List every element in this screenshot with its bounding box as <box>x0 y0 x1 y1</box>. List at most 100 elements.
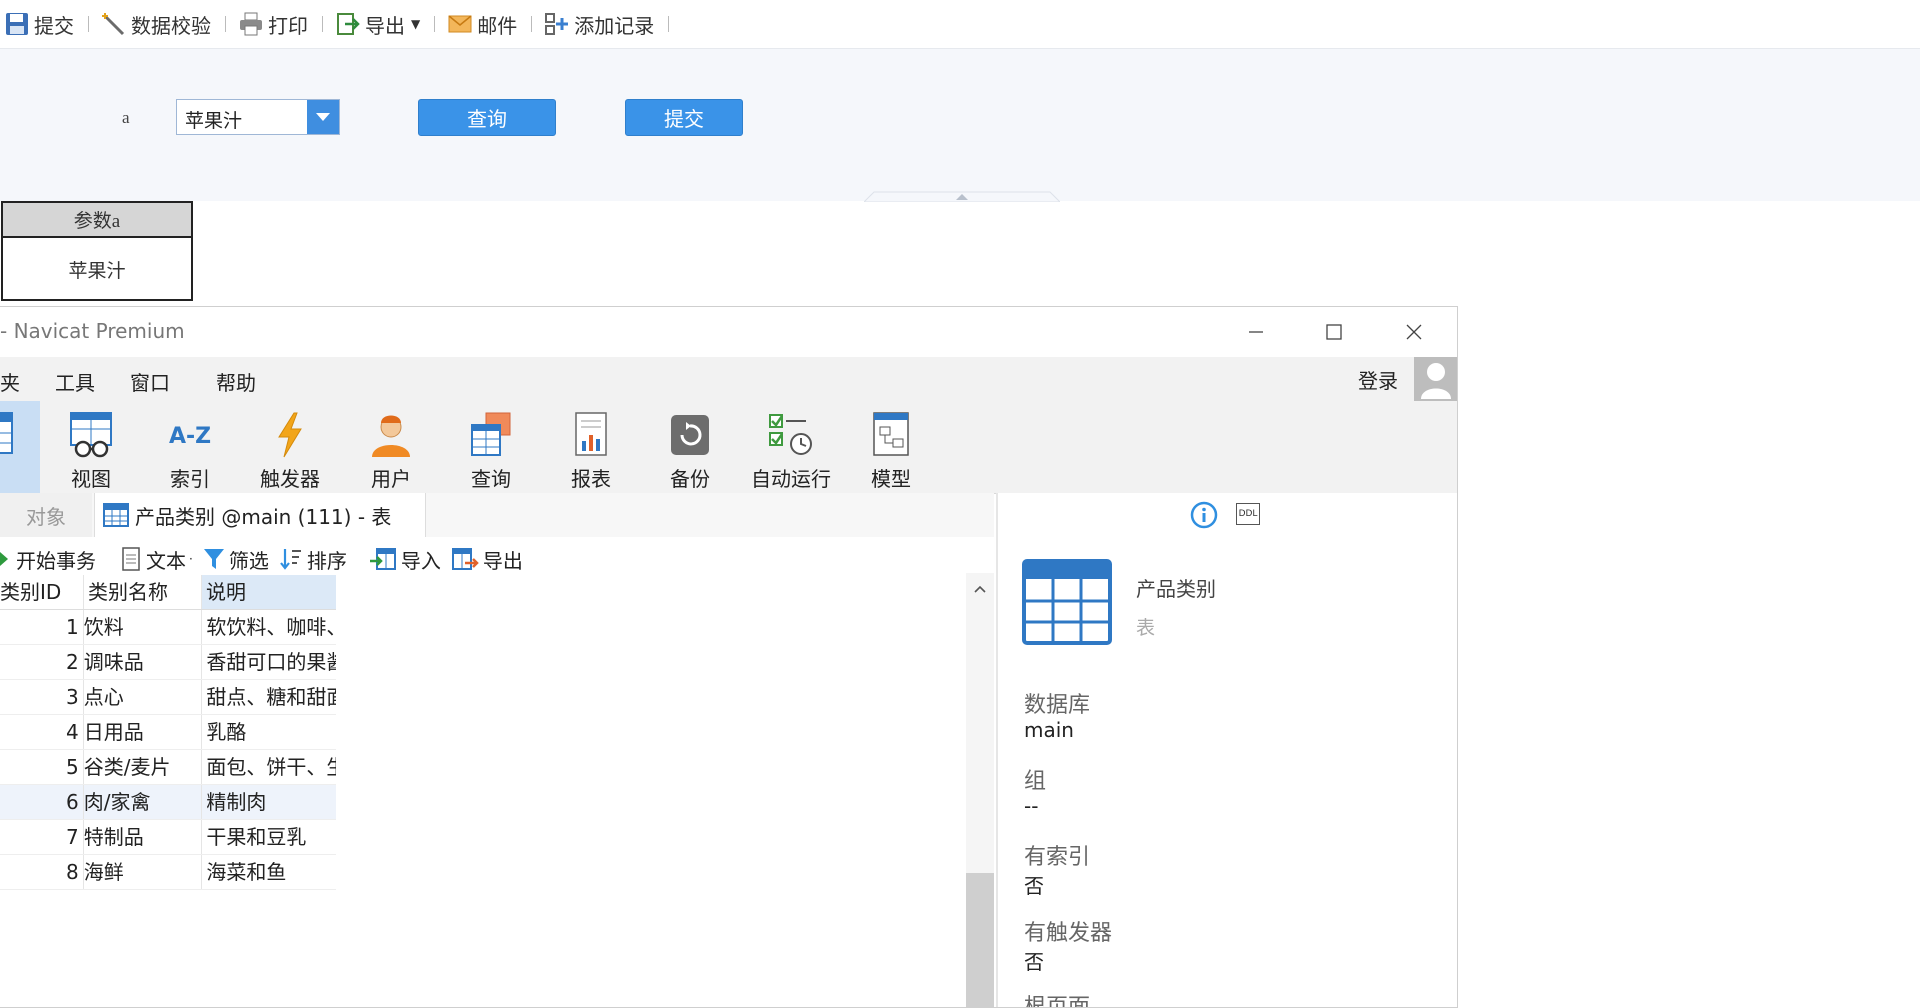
export-tool-button[interactable]: 导出 ▼ <box>331 0 426 48</box>
menu-folder[interactable]: 夹 <box>0 367 20 396</box>
info-icon[interactable] <box>1190 501 1218 529</box>
filter-button[interactable]: 筛选 <box>203 545 269 574</box>
param-a-combobox[interactable]: 苹果汁 <box>176 99 340 135</box>
data-grid: 类别ID 类别名称 说明 1 饮料 软饮料、咖啡、 2 调味品 香甜可口的果酱 … <box>0 575 336 890</box>
cell-desc[interactable]: 乳酪 <box>202 715 336 749</box>
sort-button[interactable]: 排序 <box>279 545 347 574</box>
text-view-label: 文本 <box>146 548 186 573</box>
close-button[interactable] <box>1384 307 1444 357</box>
report-icon <box>575 412 607 456</box>
cell-id[interactable]: 5 <box>0 750 84 784</box>
ribbon-view-label: 视图 <box>71 467 111 491</box>
ribbon-user[interactable]: 用户 <box>345 401 437 493</box>
cell-id[interactable]: 6 <box>0 785 84 819</box>
table-row[interactable]: 7 特制品 干果和豆乳 <box>0 820 336 855</box>
ribbon-item-table-selected[interactable] <box>0 401 40 493</box>
cell-id[interactable]: 7 <box>0 820 84 854</box>
text-view-button[interactable]: 文本 · <box>120 545 193 574</box>
menu-help[interactable]: 帮助 <box>216 367 256 396</box>
add-record-icon <box>545 13 569 35</box>
cell-name[interactable]: 谷类/麦片 <box>84 750 203 784</box>
info-label-root-page: 根页面 <box>1024 995 1091 1008</box>
print-tool-label: 打印 <box>268 13 308 38</box>
sort-icon <box>279 549 301 570</box>
info-label-has-index: 有索引 <box>1024 845 1091 870</box>
ribbon-view[interactable]: 视图 <box>45 401 137 493</box>
cell-desc[interactable]: 干果和豆乳 <box>202 820 336 854</box>
table-row[interactable]: 5 谷类/麦片 面包、饼干、生 <box>0 750 336 785</box>
cell-name[interactable]: 特制品 <box>84 820 203 854</box>
cell-id[interactable]: 1 <box>0 610 84 644</box>
result-table: 参数a 苹果汁 <box>1 201 193 301</box>
table-row[interactable]: 8 海鲜 海菜和鱼 <box>0 855 336 890</box>
minimize-button[interactable] <box>1226 307 1286 357</box>
tab-product-category-table[interactable]: 产品类别 @main (111) - 表 <box>94 493 426 537</box>
export-button[interactable]: 导出 <box>451 545 523 574</box>
submit-button[interactable]: 提交 <box>625 99 743 136</box>
ribbon-backup[interactable]: 备份 <box>644 401 736 493</box>
cell-id[interactable]: 8 <box>0 855 84 889</box>
tab-objects[interactable]: 对象 <box>0 493 92 537</box>
cell-desc[interactable]: 精制肉 <box>202 785 336 819</box>
column-header-category-id[interactable]: 类别ID <box>0 575 84 609</box>
column-header-description[interactable]: 说明 <box>202 575 336 609</box>
table-row[interactable]: 4 日用品 乳酪 <box>0 715 336 750</box>
table-row[interactable]: 3 点心 甜点、糖和甜面 <box>0 680 336 715</box>
cell-name[interactable]: 饮料 <box>84 610 203 644</box>
info-value-has-index: 否 <box>1024 874 1044 898</box>
editor-tab-strip: 对象 产品类别 @main (111) - 表 <box>0 493 994 538</box>
print-tool-button[interactable]: 打印 <box>234 0 314 48</box>
cell-name[interactable]: 调味品 <box>84 645 203 679</box>
ribbon-report[interactable]: 报表 <box>545 401 637 493</box>
menu-window[interactable]: 窗口 <box>130 367 170 396</box>
tab-table-label: 产品类别 @main (111) - 表 <box>135 504 392 529</box>
ribbon-index[interactable]: A-Z 索引 <box>144 401 236 493</box>
cell-name[interactable]: 点心 <box>84 680 203 714</box>
cell-id[interactable]: 3 <box>0 680 84 714</box>
table-row[interactable]: 1 饮料 软饮料、咖啡、 <box>0 610 336 645</box>
cell-desc[interactable]: 海菜和鱼 <box>202 855 336 889</box>
column-header-category-name[interactable]: 类别名称 <box>84 575 202 609</box>
maximize-button[interactable] <box>1304 307 1364 357</box>
chevron-down-icon[interactable]: ▼ <box>411 17 420 31</box>
dropdown-arrow-icon[interactable] <box>307 100 339 134</box>
info-label-group: 组 <box>1024 769 1047 794</box>
maximize-icon <box>1326 324 1342 340</box>
table-row[interactable]: 6 肉/家禽 精制肉 <box>0 785 336 820</box>
cell-id[interactable]: 2 <box>0 645 84 679</box>
ribbon-query[interactable]: 查询 <box>445 401 537 493</box>
cell-name[interactable]: 肉/家禽 <box>84 785 203 819</box>
cell-desc[interactable]: 软饮料、咖啡、 <box>202 610 336 644</box>
login-link[interactable]: 登录 <box>1358 365 1398 394</box>
ribbon-trigger[interactable]: 触发器 <box>244 401 336 493</box>
object-ribbon: 视图 A-Z 索引 触发器 用户 查询 报表 备份 自动运行 模型 <box>0 401 1457 494</box>
menu-tools[interactable]: 工具 <box>55 367 95 396</box>
scroll-up-icon[interactable] <box>966 577 994 601</box>
validate-tool-button[interactable]: 数据校验 <box>97 0 217 48</box>
result-table-header: 参数a <box>3 203 191 238</box>
grid-header-row: 类别ID 类别名称 说明 <box>0 575 336 610</box>
table-row[interactable]: 2 调味品 香甜可口的果酱 <box>0 645 336 680</box>
submit-tool-label: 提交 <box>34 13 74 38</box>
add-record-tool-button[interactable]: 添加记录 <box>540 0 660 48</box>
cell-name[interactable]: 海鲜 <box>84 855 203 889</box>
ddl-icon[interactable]: DDL <box>1236 503 1260 525</box>
cell-name[interactable]: 日用品 <box>84 715 203 749</box>
export-tool-label: 导出 <box>365 13 405 38</box>
cell-desc[interactable]: 香甜可口的果酱 <box>202 645 336 679</box>
info-panel-toolbar: DDL <box>1190 501 1260 529</box>
mail-tool-button[interactable]: 邮件 <box>443 0 523 48</box>
query-button[interactable]: 查询 <box>418 99 556 136</box>
begin-transaction-button[interactable]: 开始事务 <box>0 545 96 574</box>
avatar[interactable] <box>1414 357 1457 401</box>
cell-id[interactable]: 4 <box>0 715 84 749</box>
ribbon-model[interactable]: 模型 <box>845 401 937 493</box>
collapse-panel-handle[interactable] <box>862 187 1062 203</box>
import-button[interactable]: 导入 <box>369 545 441 574</box>
ribbon-auto-run[interactable]: 自动运行 <box>745 401 837 493</box>
cell-desc[interactable]: 甜点、糖和甜面 <box>202 680 336 714</box>
cell-desc[interactable]: 面包、饼干、生 <box>202 750 336 784</box>
chevron-down-icon[interactable]: · <box>189 552 193 566</box>
submit-tool-button[interactable]: 提交 <box>0 0 80 48</box>
scrollbar-thumb[interactable] <box>966 873 994 1007</box>
